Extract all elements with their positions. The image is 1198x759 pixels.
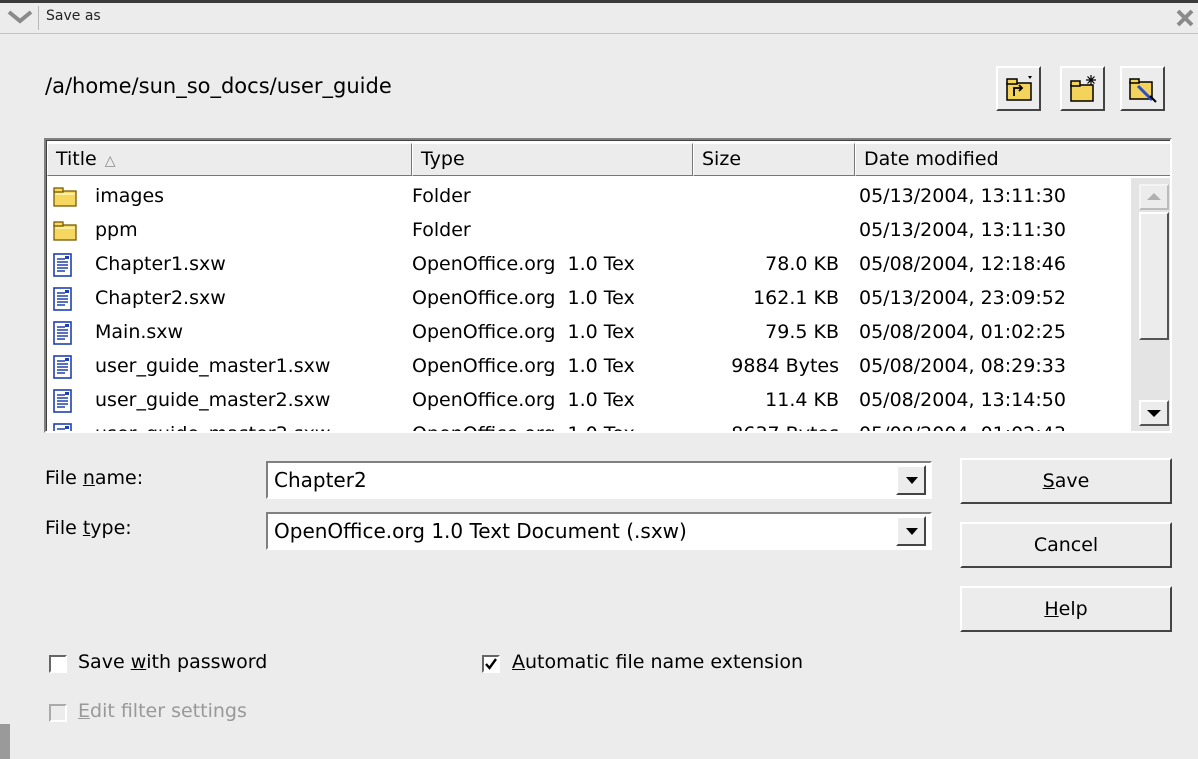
file-row[interactable]: Main.sxw OpenOffice.org 1.0 Tex 79.5 KB 05/… <box>47 315 1131 349</box>
sort-ascending-icon: △ <box>104 153 116 169</box>
file-date-cell: 05/08/2004, 01:02:43 <box>859 417 1066 431</box>
window-title: Save as <box>46 8 101 24</box>
automatic-extension-checkbox[interactable] <box>482 655 500 673</box>
file-type-cell: OpenOffice.org 1.0 Tex <box>412 321 635 343</box>
chevron-down-icon <box>906 528 918 535</box>
save-as-dialog: Save as /a/home/sun_so_docs/user_guide T… <box>0 0 1198 759</box>
up-one-level-button[interactable] <box>996 66 1041 111</box>
document-icon <box>53 423 75 431</box>
title-separator <box>38 6 39 30</box>
file-type-select[interactable]: OpenOffice.org 1.0 Text Document (.sxw) <box>266 512 932 550</box>
scrollbar-thumb[interactable] <box>1139 212 1169 340</box>
column-header-size[interactable]: Size <box>693 143 855 176</box>
file-type-cell: OpenOffice.org 1.0 Tex <box>412 355 635 377</box>
file-size-cell: 162.1 KB <box>753 287 839 309</box>
new-folder-button[interactable] <box>1060 66 1105 111</box>
document-icon <box>53 253 75 277</box>
file-name-cell: Chapter2.sxw <box>95 287 226 309</box>
file-type-label: File type: <box>45 517 132 539</box>
file-name-input[interactable]: Chapter2 <box>274 468 367 492</box>
file-name-combobox[interactable]: Chapter2 <box>266 461 932 499</box>
file-name-cell: user_guide_master2.sxw <box>95 389 331 411</box>
edit-filter-settings-label: Edit filter settings <box>78 700 247 722</box>
save-with-password-checkbox[interactable] <box>49 655 67 673</box>
file-name-cell: user_guide_master3.sxw <box>95 417 330 431</box>
document-icon <box>53 321 75 345</box>
file-name-cell: Main.sxw <box>95 321 184 343</box>
title-bar[interactable] <box>0 0 1198 34</box>
file-row[interactable]: user_guide_master1.sxw OpenOffice.org 1.0… <box>47 349 1131 383</box>
file-name-dropdown-button[interactable] <box>896 465 926 495</box>
file-type-cell: OpenOffice.org 1.0 Tex <box>412 253 635 275</box>
column-header-type[interactable]: Type <box>412 143 693 176</box>
scroll-down-button[interactable] <box>1139 400 1169 426</box>
document-icon <box>53 287 75 311</box>
file-type-cell: OpenOffice.org 1.0 Tex <box>412 417 635 431</box>
close-icon[interactable] <box>1174 7 1196 29</box>
column-header-title[interactable]: Title △ <box>47 143 412 176</box>
file-row[interactable]: Chapter2.sxw OpenOffice.org 1.0 Tex 162.1 … <box>47 281 1131 315</box>
file-name-cell: Chapter1.sxw <box>95 253 226 275</box>
file-date-cell: 05/08/2004, 01:02:25 <box>859 321 1066 343</box>
save-with-password-label[interactable]: Save with password <box>78 651 267 673</box>
title-divider <box>0 33 1198 34</box>
file-type-cell: OpenOffice.org 1.0 Tex <box>412 287 635 309</box>
column-header-date-modified[interactable]: Date modified <box>855 143 1170 176</box>
file-type-cell: Folder <box>412 219 471 241</box>
file-date-cell: 05/08/2004, 13:14:50 <box>859 389 1066 411</box>
file-date-cell: 05/08/2004, 12:18:46 <box>859 253 1066 275</box>
file-row[interactable]: images Folder 05/13/2004, 13:11:30 <box>47 179 1131 213</box>
file-size-cell: 9884 Bytes <box>731 355 839 377</box>
document-icon <box>53 389 75 413</box>
file-row[interactable]: ppm Folder 05/13/2004, 13:11:30 <box>47 213 1131 247</box>
file-date-cell: 05/08/2004, 08:29:33 <box>859 355 1066 377</box>
up-one-level-icon <box>1006 76 1032 101</box>
file-name-cell: user_guide_master1.sxw <box>95 355 331 377</box>
file-row[interactable]: Chapter1.sxw OpenOffice.org 1.0 Tex 78.0 K… <box>47 247 1131 281</box>
chevron-down-icon <box>906 477 918 484</box>
document-icon <box>53 355 75 379</box>
folder-icon <box>53 219 77 241</box>
help-button[interactable]: Help <box>960 586 1172 632</box>
file-size-cell: 11.4 KB <box>765 389 839 411</box>
window-edge <box>0 724 10 759</box>
file-date-cell: 05/13/2004, 13:11:30 <box>859 219 1066 241</box>
file-date-cell: 05/13/2004, 13:11:30 <box>859 185 1066 207</box>
file-name-cell: ppm <box>95 219 138 241</box>
scroll-up-button[interactable] <box>1139 184 1169 210</box>
automatic-extension-label[interactable]: Automatic file name extension <box>512 651 803 673</box>
current-path: /a/home/sun_so_docs/user_guide <box>45 74 392 98</box>
file-size-cell: 79.5 KB <box>765 321 839 343</box>
folder-icon <box>53 185 77 207</box>
new-folder-icon <box>1070 75 1096 102</box>
column-title-label: Title <box>56 148 97 170</box>
checkmark-icon <box>485 658 497 670</box>
file-name-label: File name: <box>45 467 144 489</box>
save-button[interactable]: Save <box>960 458 1172 504</box>
vertical-scrollbar[interactable] <box>1131 178 1170 431</box>
default-directory-icon <box>1129 78 1157 103</box>
file-list[interactable]: Title △ Type Size Date modified images Fol… <box>44 138 1172 433</box>
window-menu-chevron-icon[interactable] <box>6 6 34 28</box>
file-row[interactable]: user_guide_master3.sxw OpenOffice.org 1.0… <box>47 417 1131 431</box>
file-type-cell: Folder <box>412 185 471 207</box>
file-size-cell: 78.0 KB <box>765 253 839 275</box>
file-size-cell: 8637 Bytes <box>693 417 839 431</box>
file-date-cell: 05/13/2004, 23:09:52 <box>859 287 1066 309</box>
file-name-cell: images <box>95 185 165 207</box>
default-directory-button[interactable] <box>1120 66 1165 111</box>
file-row[interactable]: user_guide_master2.sxw OpenOffice.org 1.0… <box>47 383 1131 417</box>
file-type-cell: OpenOffice.org 1.0 Tex <box>412 389 635 411</box>
file-type-value: OpenOffice.org 1.0 Text Document (.sxw) <box>274 519 687 543</box>
cancel-button[interactable]: Cancel <box>960 522 1172 568</box>
file-type-dropdown-button[interactable] <box>896 516 926 546</box>
edit-filter-settings-checkbox <box>49 704 67 722</box>
